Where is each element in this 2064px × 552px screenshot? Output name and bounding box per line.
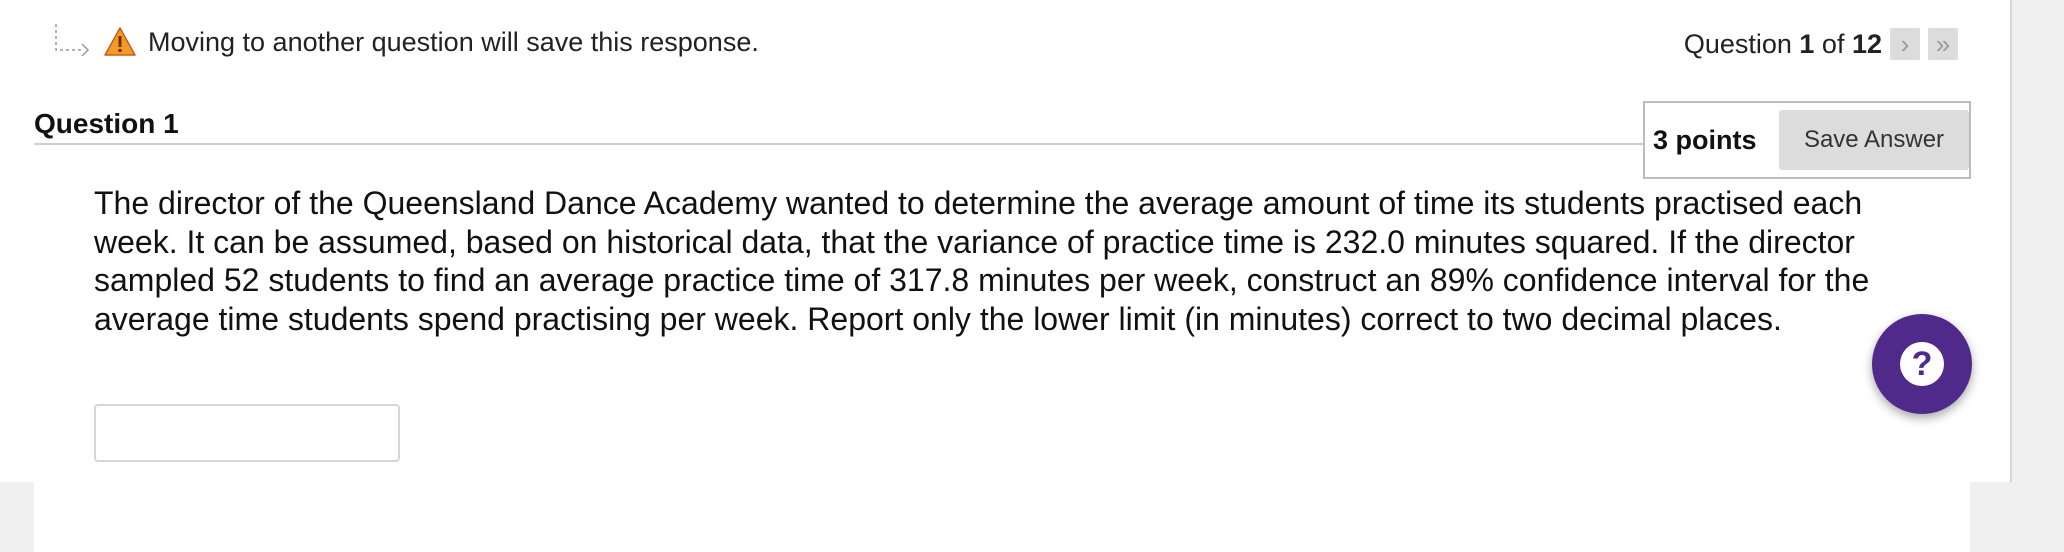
save-warning: Moving to another question will save thi… bbox=[52, 22, 759, 62]
warning-icon bbox=[104, 27, 136, 56]
question-divider bbox=[34, 143, 1644, 145]
last-question-button[interactable]: » bbox=[1928, 28, 1958, 60]
question-title: Question 1 bbox=[34, 108, 179, 139]
warning-text: Moving to another question will save thi… bbox=[148, 26, 759, 57]
question-nav-total: 12 bbox=[1851, 28, 1882, 59]
content-panel-lower bbox=[34, 482, 1970, 552]
points-label: 3 points bbox=[1653, 124, 1757, 155]
question-text: The director of the Queensland Dance Aca… bbox=[94, 185, 1870, 337]
points-box: 3 points Save Answer bbox=[1643, 101, 1971, 179]
question-navigator: Question 1 of 12 › » bbox=[1684, 28, 1958, 60]
save-answer-button[interactable]: Save Answer bbox=[1779, 110, 1969, 170]
question-nav-of: of bbox=[1814, 28, 1852, 59]
question-nav-prefix: Question bbox=[1683, 28, 1800, 59]
help-icon: ? bbox=[1900, 342, 1944, 386]
help-button[interactable]: ? bbox=[1872, 314, 1972, 414]
question-nav-current: 1 bbox=[1799, 28, 1815, 59]
next-question-button[interactable]: › bbox=[1890, 28, 1920, 60]
chevron-right-icon: › bbox=[1900, 28, 1910, 59]
assessment-page: Moving to another question will save thi… bbox=[0, 0, 2064, 552]
double-chevron-right-icon: » bbox=[1935, 28, 1951, 59]
return-arrow-icon bbox=[55, 24, 90, 57]
answer-input[interactable] bbox=[94, 404, 400, 462]
